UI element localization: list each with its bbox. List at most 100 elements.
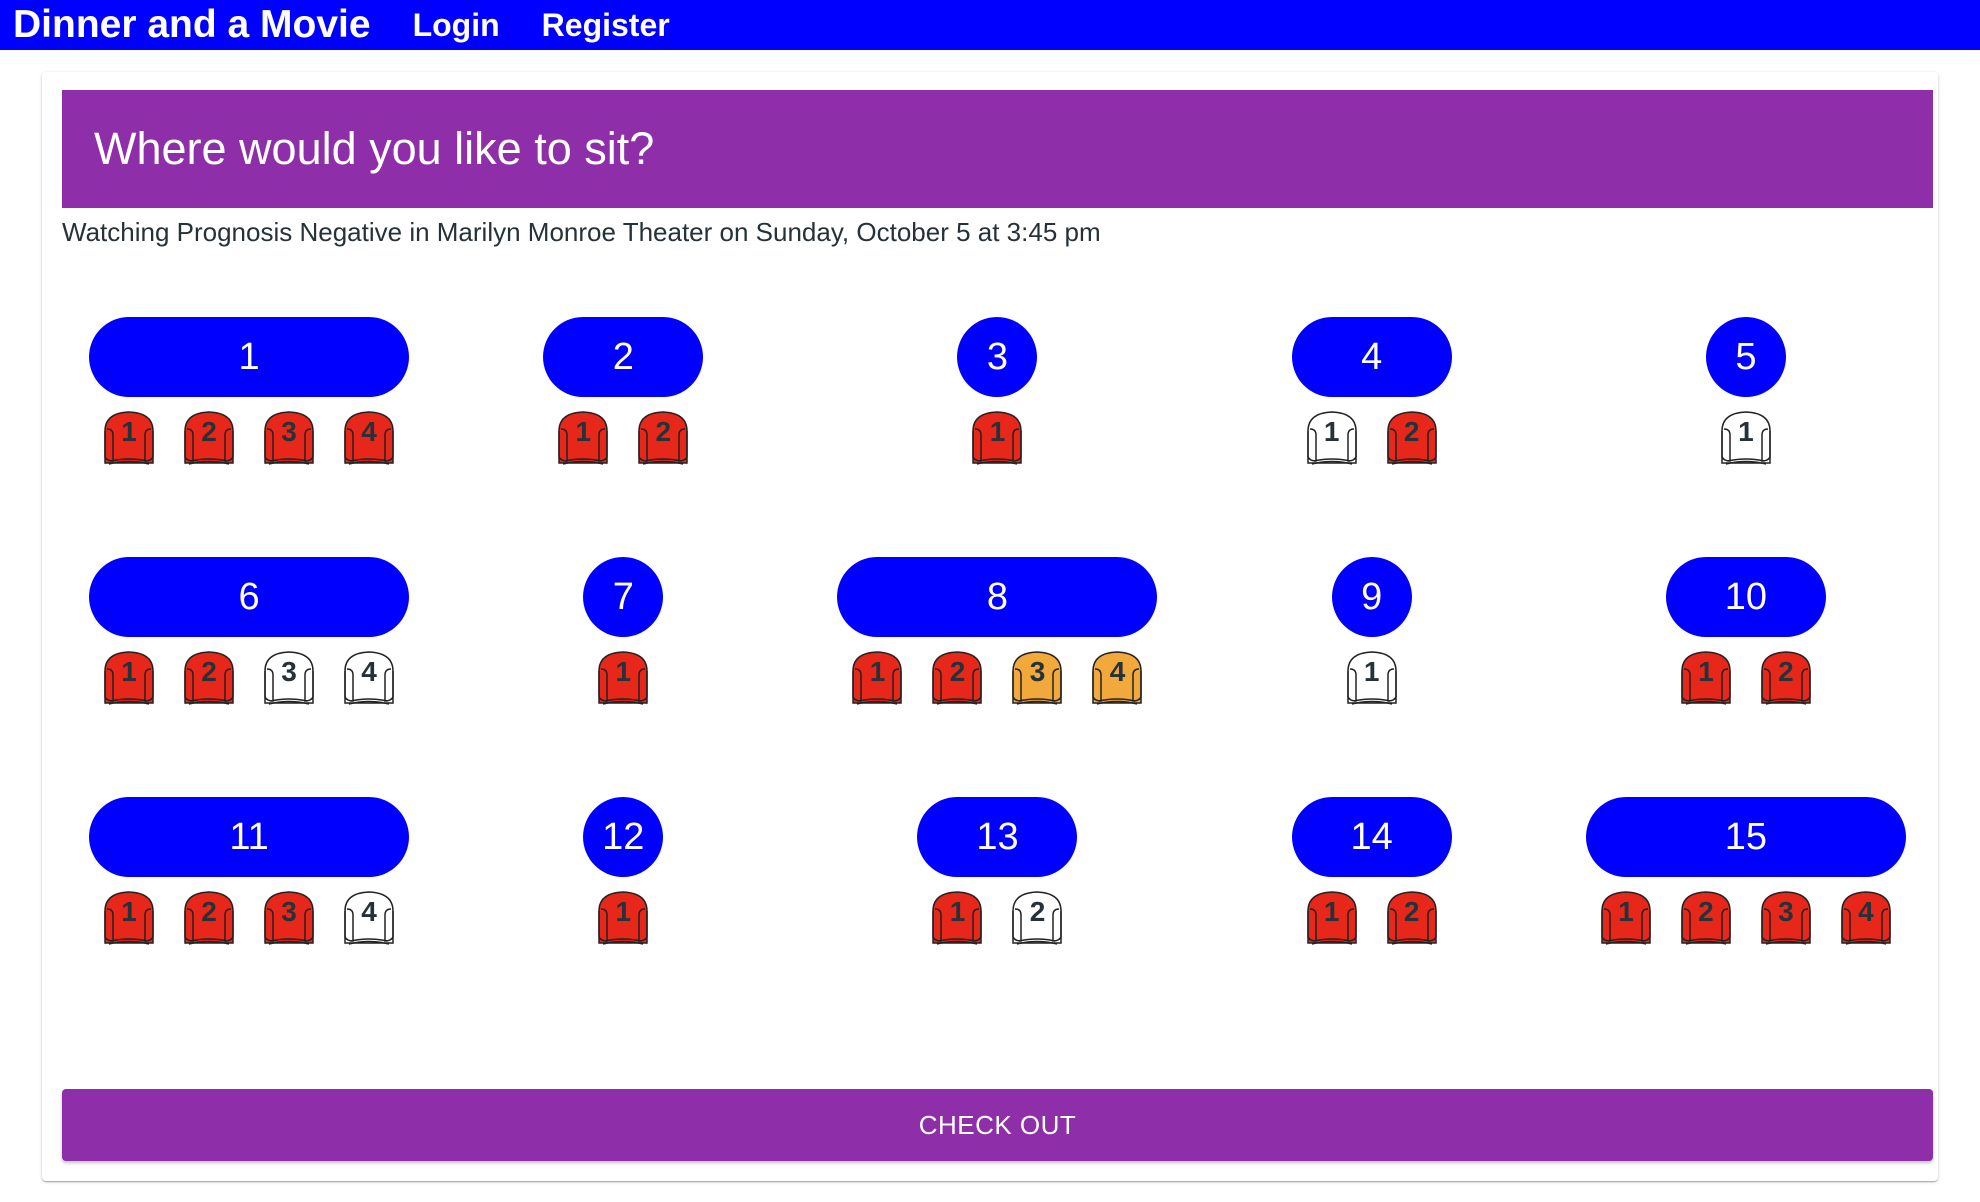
checkout-button[interactable]: CHECK OUT xyxy=(62,1089,1933,1161)
seat-number: 1 xyxy=(1323,416,1340,447)
seat-taken[interactable]: 1 xyxy=(99,887,159,947)
table-6-seats: 1 2 3 4 xyxy=(99,647,399,707)
seat-number: 4 xyxy=(361,416,377,447)
seat-taken[interactable]: 1 xyxy=(99,407,159,467)
table-10-button[interactable]: 10 xyxy=(1665,557,1826,637)
table-2-seats: 12 xyxy=(553,407,693,467)
seat-number: 3 xyxy=(1029,656,1046,687)
seat-taken[interactable]: 1 xyxy=(1676,647,1736,707)
seat-selected[interactable]: 3 xyxy=(1007,647,1067,707)
table-13-button[interactable]: 13 xyxy=(917,797,1078,877)
seat-available[interactable]: 2 xyxy=(1007,887,1067,947)
seat-available[interactable]: 1 xyxy=(1716,407,1776,467)
seat-taken[interactable]: 2 xyxy=(927,647,987,707)
table-14-seats: 12 xyxy=(1302,887,1442,947)
table-9-button[interactable]: 9 xyxy=(1331,557,1412,637)
seat-taken[interactable]: 2 xyxy=(1382,407,1442,467)
top-navbar: Dinner and a Movie Login Register xyxy=(0,0,1980,50)
showing-details: Watching Prognosis Negative in Marilyn M… xyxy=(62,217,1101,247)
seat-taken[interactable]: 2 xyxy=(1676,887,1736,947)
table-4-seats: 12 xyxy=(1302,407,1442,467)
seat-taken[interactable]: 1 xyxy=(99,647,159,707)
seat-taken[interactable]: 2 xyxy=(1382,887,1442,947)
table-14: 14 1 2 xyxy=(1185,797,1559,947)
seat-number: 1 xyxy=(121,416,137,447)
table-3-button[interactable]: 3 xyxy=(957,317,1038,397)
table-grid: 1 1 2 3 4 2 1 2 3 1 4 1 2 5 1 6 1 2 3 4 7 1 8 1 2 3 4 9 1 10 1 2 11 1 2 3 4 1… xyxy=(62,317,1933,1037)
seat-taken[interactable]: 4 xyxy=(339,407,399,467)
table-4: 412 xyxy=(1185,317,1559,467)
seat-number: 2 xyxy=(201,656,217,687)
table-2-button[interactable]: 2 xyxy=(543,317,704,397)
seat-number: 2 xyxy=(1778,656,1794,687)
seat-available[interactable]: 4 xyxy=(339,887,399,947)
table-12-button[interactable]: 12 xyxy=(583,797,664,877)
seat-taken[interactable]: 3 xyxy=(259,887,319,947)
table-13: 13 1 2 xyxy=(810,797,1184,947)
table-11-button[interactable]: 11 xyxy=(89,797,410,877)
table-1-button[interactable]: 1 xyxy=(89,317,410,397)
table-1-seats: 1 2 3 4 xyxy=(99,407,399,467)
seat-taken[interactable]: 1 xyxy=(553,407,613,467)
table-4-button[interactable]: 4 xyxy=(1291,317,1452,397)
table-8-button[interactable]: 8 xyxy=(837,557,1158,637)
table-9: 91 xyxy=(1185,557,1559,707)
seat-number: 1 xyxy=(1323,896,1340,927)
table-3-seats: 1 xyxy=(967,407,1027,467)
seat-number: 4 xyxy=(1109,656,1126,687)
seat-taken[interactable]: 4 xyxy=(1836,887,1896,947)
table-11-seats: 1 2 3 4 xyxy=(99,887,399,947)
table-15-button[interactable]: 15 xyxy=(1585,797,1906,877)
card-header: Where would you like to sit? xyxy=(62,90,1933,208)
seat-number: 3 xyxy=(281,416,297,447)
seat-taken[interactable]: 2 xyxy=(633,407,693,467)
table-5-seats: 1 xyxy=(1716,407,1776,467)
table-15-seats: 1 2 3 4 xyxy=(1596,887,1896,947)
brand-title[interactable]: Dinner and a Movie xyxy=(13,5,371,45)
seat-number: 2 xyxy=(201,896,217,927)
seat-taken[interactable]: 1 xyxy=(593,647,653,707)
seat-number: 4 xyxy=(361,896,377,927)
table-15: 15 1 2 3 4 xyxy=(1559,797,1933,947)
login-link[interactable]: Login xyxy=(413,5,500,45)
seat-taken[interactable]: 2 xyxy=(179,647,239,707)
seat-taken[interactable]: 1 xyxy=(1302,887,1362,947)
seat-taken[interactable]: 3 xyxy=(259,407,319,467)
seat-number: 2 xyxy=(1403,896,1420,927)
table-5-button[interactable]: 5 xyxy=(1705,317,1786,397)
table-14-button[interactable]: 14 xyxy=(1291,797,1452,877)
seat-taken[interactable]: 2 xyxy=(1756,647,1816,707)
table-10-seats: 12 xyxy=(1676,647,1816,707)
page-title: Where would you like to sit? xyxy=(94,123,655,174)
seat-number: 2 xyxy=(1403,416,1420,447)
seat-taken[interactable]: 3 xyxy=(1756,887,1816,947)
table-7-button[interactable]: 7 xyxy=(583,557,664,637)
table-11: 11 1 2 3 4 xyxy=(62,797,436,947)
seat-number: 1 xyxy=(121,896,137,927)
seat-available[interactable]: 3 xyxy=(259,647,319,707)
seat-number: 1 xyxy=(1698,656,1714,687)
seat-taken[interactable]: 1 xyxy=(927,887,987,947)
seat-available[interactable]: 1 xyxy=(1302,407,1362,467)
seat-number: 4 xyxy=(1858,896,1874,927)
register-link[interactable]: Register xyxy=(542,5,670,45)
seat-taken[interactable]: 1 xyxy=(967,407,1027,467)
table-7-seats: 1 xyxy=(593,647,653,707)
seat-taken[interactable]: 1 xyxy=(847,647,907,707)
seat-taken[interactable]: 2 xyxy=(179,407,239,467)
table-2: 212 xyxy=(436,317,810,467)
table-7: 71 xyxy=(436,557,810,707)
seat-number: 4 xyxy=(361,656,377,687)
seat-number: 1 xyxy=(1363,656,1380,687)
seat-selected[interactable]: 4 xyxy=(1087,647,1147,707)
seat-number: 1 xyxy=(575,416,592,447)
seat-taken[interactable]: 1 xyxy=(593,887,653,947)
seat-available[interactable]: 1 xyxy=(1342,647,1402,707)
seat-number: 1 xyxy=(615,896,632,927)
table-6-button[interactable]: 6 xyxy=(89,557,410,637)
seat-taken[interactable]: 1 xyxy=(1596,887,1656,947)
seat-available[interactable]: 4 xyxy=(339,647,399,707)
seat-number: 1 xyxy=(869,656,886,687)
seat-taken[interactable]: 2 xyxy=(179,887,239,947)
table-8-seats: 1 2 3 4 xyxy=(847,647,1147,707)
